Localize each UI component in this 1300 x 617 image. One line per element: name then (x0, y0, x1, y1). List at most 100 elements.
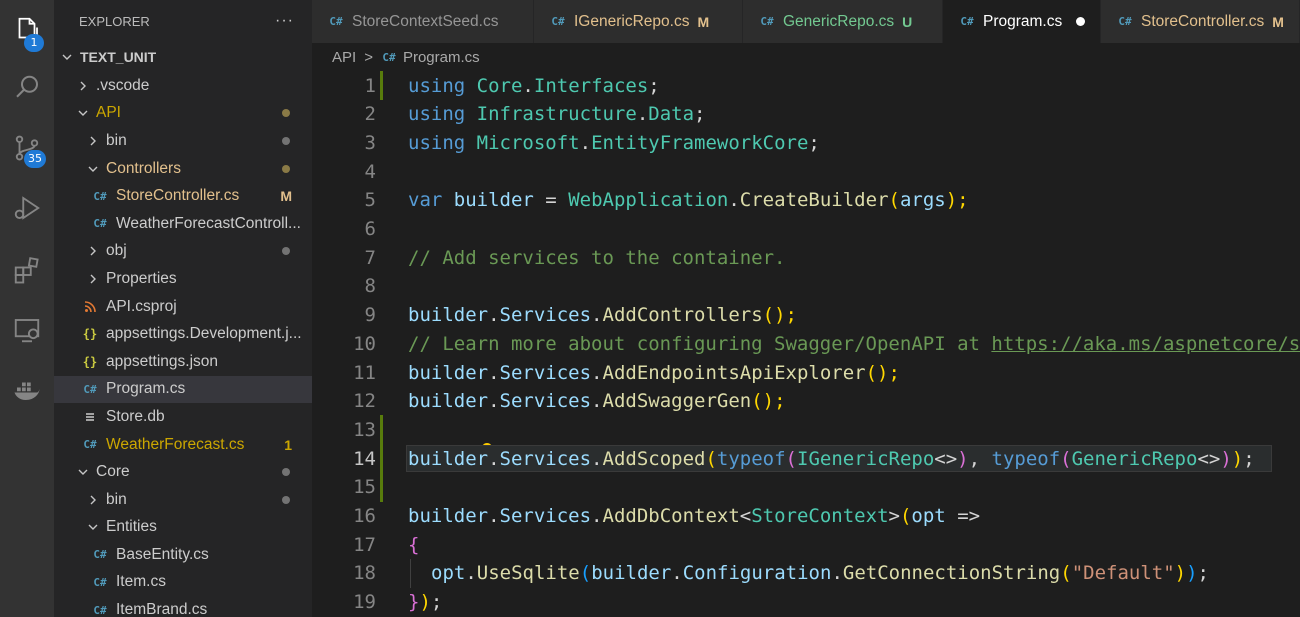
tab-program[interactable]: C# Program.cs (943, 0, 1101, 43)
tab-storecontextseed[interactable]: C# StoreContextSeed.cs (312, 0, 534, 43)
code-line-current[interactable]: 14 builder.Services.AddScoped(typeof(IGe… (312, 444, 1300, 474)
code-editor[interactable]: 1 using Core.Interfaces; 2 using Infrast… (312, 71, 1300, 617)
chevron-down-icon (76, 107, 90, 119)
tab-genericrepo[interactable]: C# GenericRepo.cs U (743, 0, 943, 43)
tree-item-weatherforecastcontroller[interactable]: C# WeatherForecastControll... (54, 210, 312, 238)
tree-item-core-bin[interactable]: bin (54, 486, 312, 514)
ignored-dot (282, 495, 290, 504)
json-file-icon: {} (82, 354, 98, 369)
tab-label: GenericRepo.cs (783, 12, 895, 30)
tree-item-api-bin[interactable]: bin (54, 127, 312, 155)
code-line[interactable]: 5 var builder = WebApplication.CreateBui… (312, 186, 1300, 215)
tree-item-label: Entities (106, 518, 157, 536)
code-line[interactable]: 19 }); (312, 588, 1300, 617)
search-icon[interactable] (0, 64, 54, 112)
tree-item-storecontroller[interactable]: C# StoreController.cs M (54, 182, 312, 210)
line-number: 7 (364, 246, 376, 269)
tree-item-label: API.csproj (106, 297, 177, 315)
added-line-marker (380, 444, 383, 474)
modified-dot (282, 109, 290, 118)
line-number: 5 (364, 189, 376, 212)
code-text: opt.UseSqlite(builder.Configuration.GetC… (431, 562, 1209, 585)
tree-item-label: Program.cs (106, 380, 186, 398)
explorer-title: EXPLORER (79, 13, 150, 29)
more-actions-icon[interactable]: ··· (275, 12, 294, 30)
tree-item-core[interactable]: Core (54, 458, 312, 486)
code-line[interactable]: 10 // Learn more about configuring Swagg… (312, 329, 1300, 358)
lightbulb-icon[interactable] (410, 420, 492, 459)
unsaved-dot-icon[interactable] (1076, 17, 1086, 26)
line-number: 12 (353, 390, 376, 413)
code-line[interactable]: 12 builder.Services.AddSwaggerGen(); (312, 387, 1300, 416)
code-line[interactable]: 18 opt.UseSqlite(builder.Configuration.G… (312, 558, 1300, 588)
chevron-right-icon: > (364, 48, 373, 66)
ignored-dot (282, 247, 290, 256)
breadcrumb-folder[interactable]: API (332, 49, 356, 66)
swagger-docs-link[interactable]: https://aka.ms/aspnetcore/swashbuckle (991, 333, 1300, 355)
line-number: 17 (353, 533, 376, 556)
line-number: 16 (353, 505, 376, 527)
tree-item-entities[interactable]: Entities (54, 514, 312, 542)
ignored-dot (282, 468, 290, 477)
run-debug-icon[interactable] (0, 184, 54, 232)
code-comment: // Add services to the container. (408, 246, 786, 269)
tree-item-label: bin (106, 490, 127, 508)
tree-item-weatherforecast[interactable]: C# WeatherForecast.cs 1 (54, 431, 312, 459)
tree-item-baseentity[interactable]: C# BaseEntity.cs (54, 541, 312, 569)
code-line[interactable]: 1 using Core.Interfaces; (312, 71, 1300, 100)
code-line[interactable]: 13 (312, 415, 1300, 459)
docker-icon[interactable] (0, 366, 54, 414)
modified-badge: M (1272, 13, 1284, 30)
modified-dot (282, 164, 290, 173)
tree-item-item[interactable]: C# Item.cs (54, 569, 312, 597)
code-line[interactable]: 9 builder.Services.AddControllers(); (312, 301, 1300, 330)
tree-item-controllers[interactable]: Controllers (54, 155, 312, 183)
line-number: 4 (364, 160, 376, 183)
tree-item-properties[interactable]: Properties (54, 265, 312, 293)
code-line[interactable]: 15 (312, 472, 1300, 502)
breadcrumb-file[interactable]: Program.cs (403, 49, 480, 66)
line-number: 18 (353, 562, 376, 585)
csharp-file-icon: C# (93, 217, 107, 231)
remote-explorer-icon[interactable] (0, 306, 54, 354)
code-line[interactable]: 6 (312, 215, 1300, 244)
tree-item-vscode[interactable]: .vscode (54, 72, 312, 100)
tree-item-program[interactable]: C# Program.cs (54, 375, 312, 404)
tree-item-appsettings[interactable]: {} appsettings.json (54, 348, 312, 376)
tab-igenericrepo[interactable]: C# IGenericRepo.cs M (534, 0, 743, 43)
tree-item-api-csproj[interactable]: API.csproj (54, 293, 312, 321)
line-number: 9 (364, 304, 376, 327)
tree-item-appsettings-dev[interactable]: {} appsettings.Development.j... (54, 320, 312, 348)
extensions-icon[interactable] (0, 246, 54, 294)
explorer-icon[interactable]: 1 (0, 6, 54, 54)
code-line[interactable]: 16 builder.Services.AddDbContext<StoreCo… (312, 502, 1300, 531)
code-line[interactable]: 2 using Infrastructure.Data; (312, 100, 1300, 129)
line-number: 11 (353, 361, 376, 384)
code-line[interactable]: 11 builder.Services.AddEndpointsApiExplo… (312, 358, 1300, 387)
tree-item-api[interactable]: API (54, 100, 312, 128)
tab-storecontroller[interactable]: C# StoreController.cs M (1101, 0, 1300, 43)
modified-badge: M (697, 13, 710, 30)
code-text: builder.Services.AddDbContext<StoreConte… (408, 505, 981, 527)
code-line[interactable]: 3 using Microsoft.EntityFrameworkCore; (312, 128, 1300, 157)
code-line[interactable]: 17 { (312, 530, 1300, 559)
tree-item-itembrand[interactable]: C# ItemBrand.cs (54, 596, 312, 617)
tree-item-label: BaseEntity.cs (116, 545, 209, 563)
code-line[interactable]: 4 (312, 157, 1300, 186)
tree-item-store-db[interactable]: Store.db (54, 403, 312, 431)
chevron-down-icon (86, 163, 100, 175)
code-line[interactable]: 7 // Add services to the container. (312, 243, 1300, 272)
line-number: 3 (364, 131, 376, 154)
tree-item-label: API (96, 104, 121, 122)
tab-label: IGenericRepo.cs (574, 12, 690, 30)
tree-item-label: Core (96, 463, 130, 481)
code-line[interactable]: 8 (312, 272, 1300, 301)
tree-item-obj[interactable]: obj (54, 238, 312, 266)
source-control-icon[interactable]: 35 (0, 124, 54, 172)
code-text: using Microsoft.EntityFrameworkCore; (408, 131, 820, 154)
line-number: 14 (353, 447, 376, 470)
workspace-root[interactable]: TEXT_UNIT (54, 42, 312, 72)
json-file-icon: {} (82, 327, 98, 342)
tree-item-label: appsettings.json (106, 352, 219, 370)
tab-label: Program.cs (983, 12, 1063, 30)
